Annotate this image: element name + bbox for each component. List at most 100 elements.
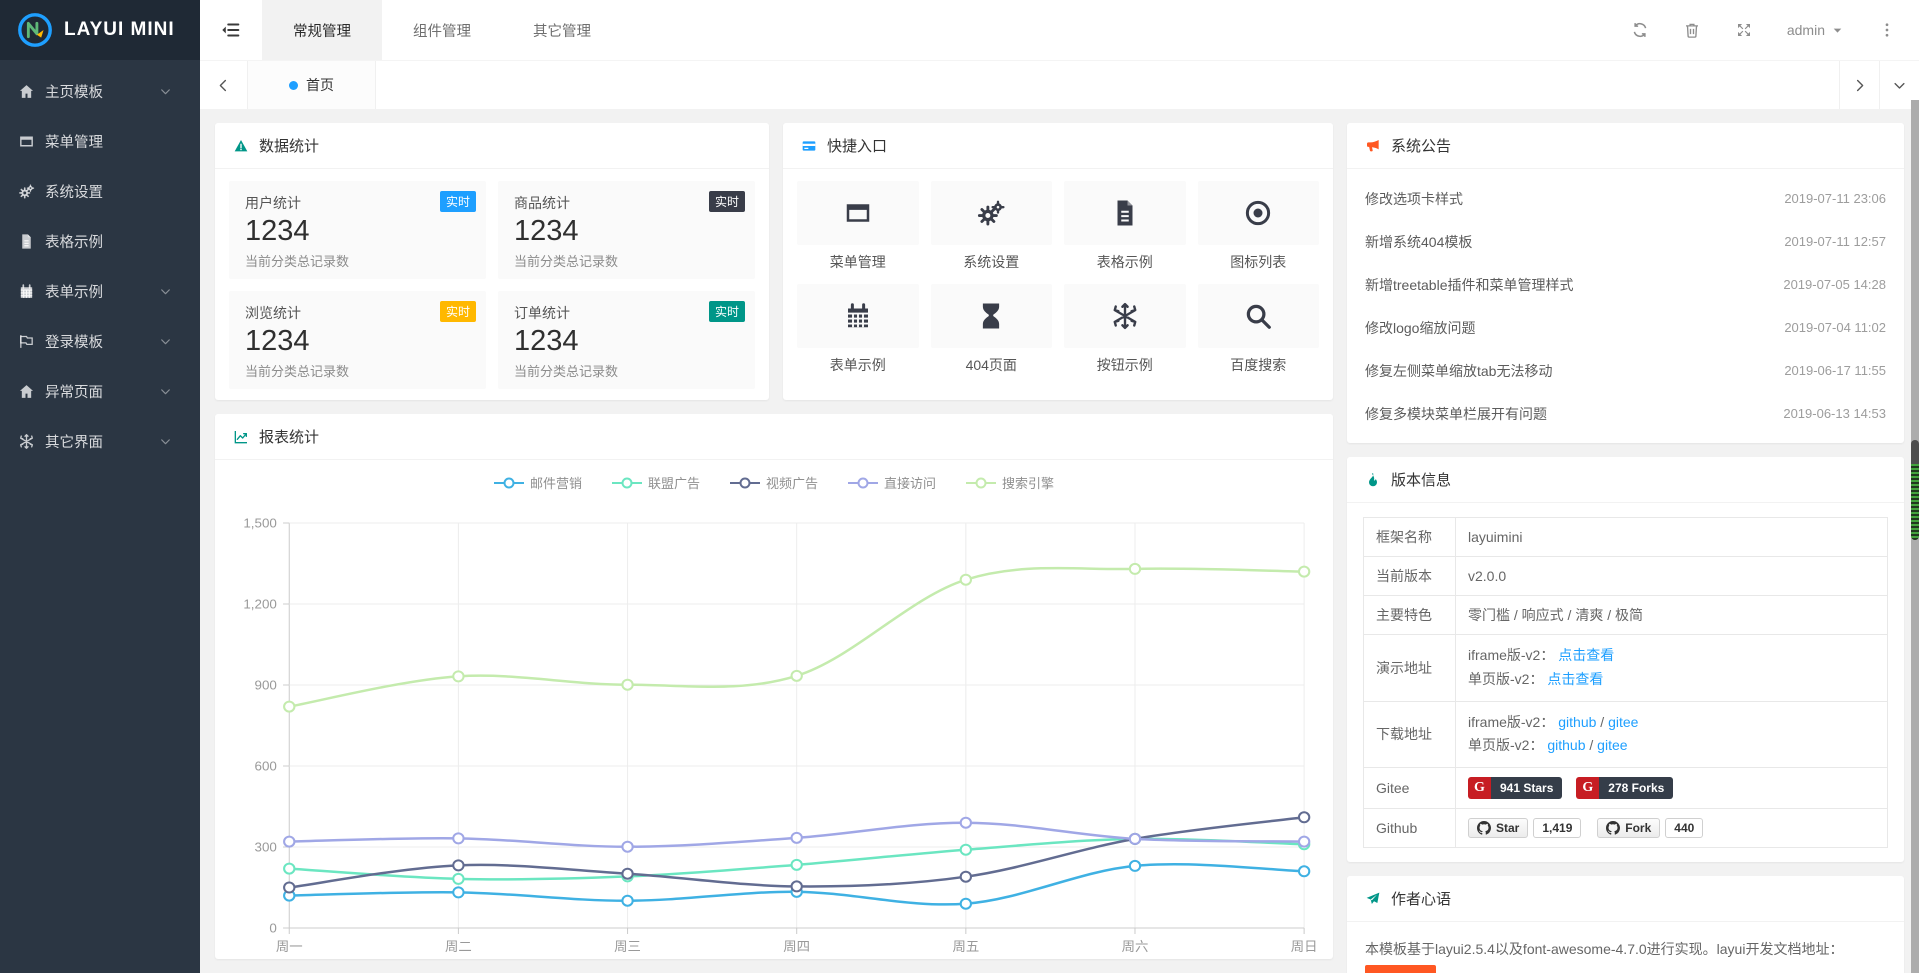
header-tab-other[interactable]: 其它管理 (502, 0, 622, 60)
scrollbar-track[interactable] (1911, 100, 1919, 973)
left-column: 数据统计 用户统计 1234 当前分类总记录数 实时 商品统计 1 (215, 123, 1333, 959)
header-tab-label: 常规管理 (293, 20, 351, 41)
legend-item-video[interactable]: 视频广告 (730, 473, 818, 492)
sidebar-item-home-templates[interactable]: 主页模板 (0, 66, 200, 116)
hourglass-icon (976, 301, 1006, 331)
header-tab-label: 其它管理 (533, 20, 591, 41)
header-tab-general[interactable]: 常规管理 (262, 0, 382, 60)
logo[interactable]: LAYUI MINI (0, 0, 200, 60)
fullscreen-button[interactable] (1718, 0, 1770, 60)
quick-item-settings[interactable]: 系统设置 (931, 181, 1053, 272)
scrollbar-thumb[interactable] (1911, 440, 1919, 540)
download-gitee-link[interactable]: gitee (1597, 737, 1627, 753)
demo-onepage-link[interactable]: 点击查看 (1547, 671, 1603, 687)
announcement-date: 2019-07-11 23:06 (1784, 191, 1886, 206)
stat-label: 商品统计 (514, 193, 739, 213)
gitee-forks-badge[interactable]: G 278 Forks (1576, 777, 1673, 799)
sidebar-item-error-pages[interactable]: 异常页面 (0, 366, 200, 416)
download-github-link[interactable]: github (1558, 714, 1596, 730)
legend-item-search-engine[interactable]: 搜索引擎 (966, 473, 1054, 492)
sidebar-item-label: 表单示例 (45, 281, 103, 302)
caret-down-icon (1831, 24, 1844, 37)
announcement-text: 修改选项卡样式 (1365, 189, 1463, 209)
list-item[interactable]: 新增treetable插件和菜单管理样式 2019-07-05 14:28 (1365, 263, 1886, 306)
list-item[interactable]: 新增系统404模板 2019-07-11 12:57 (1365, 220, 1886, 263)
download-gitee-link[interactable]: gitee (1608, 714, 1638, 730)
quick-item-menu[interactable]: 菜单管理 (797, 181, 919, 272)
github-star-button[interactable]: Star (1468, 818, 1528, 838)
calendar-icon (18, 283, 35, 300)
stat-value: 1234 (245, 215, 470, 248)
paper-plane-icon (1365, 891, 1381, 907)
quick-item-form[interactable]: 表单示例 (797, 284, 919, 375)
sidebar-item-other-pages[interactable]: 其它界面 (0, 416, 200, 466)
list-item[interactable]: 修复多模块菜单栏展开有问题 2019-06-13 14:53 (1365, 392, 1886, 435)
sidebar-item-menu-management[interactable]: 菜单管理 (0, 116, 200, 166)
sidebar-item-table-examples[interactable]: 表格示例 (0, 216, 200, 266)
download-line2-prefix: 单页版-v2： (1468, 737, 1543, 753)
announcement-date: 2019-06-13 14:53 (1783, 406, 1886, 421)
svg-text:周六: 周六 (1122, 939, 1149, 954)
version-feature-label: 主要特色 (1364, 596, 1456, 635)
document-icon (18, 233, 35, 250)
header-tab-components[interactable]: 组件管理 (382, 0, 502, 60)
quick-item-label: 404页面 (931, 355, 1053, 375)
gitee-stars-badge[interactable]: G 941 Stars (1468, 777, 1562, 799)
svg-text:900: 900 (255, 678, 277, 693)
table-row: 框架名称 layuimini (1364, 518, 1888, 557)
version-title: 版本信息 (1391, 469, 1451, 490)
sidebar-item-system-settings[interactable]: 系统设置 (0, 166, 200, 216)
sidebar-item-label: 系统设置 (45, 181, 103, 202)
clear-cache-button[interactable] (1666, 0, 1718, 60)
sidebar-item-label: 其它界面 (45, 431, 103, 452)
list-item[interactable]: 修改logo缩放问题 2019-07-04 11:02 (1365, 306, 1886, 349)
stat-desc: 当前分类总记录数 (514, 251, 739, 270)
stat-box-users: 用户统计 1234 当前分类总记录数 实时 (229, 181, 486, 279)
stat-label: 浏览统计 (245, 303, 470, 323)
legend-item-alliance[interactable]: 联盟广告 (612, 473, 700, 492)
svg-text:周日: 周日 (1291, 939, 1318, 954)
github-fork-button[interactable]: Fork (1597, 818, 1660, 838)
quick-item-404[interactable]: 404页面 (931, 284, 1053, 375)
status-badge: 实时 (440, 191, 476, 212)
legend-item-email[interactable]: 邮件营销 (494, 473, 582, 492)
status-badge: 实时 (709, 191, 745, 212)
gitee-logo-icon: G (1576, 777, 1599, 799)
github-star-count[interactable]: 1,419 (1533, 818, 1581, 838)
quick-item-table[interactable]: 表格示例 (1064, 181, 1186, 272)
demo-line1-prefix: iframe版-v2： (1468, 647, 1554, 663)
status-badge: 实时 (440, 301, 476, 322)
quick-item-buttons[interactable]: 按钮示例 (1064, 284, 1186, 375)
svg-text:300: 300 (255, 840, 277, 855)
announcements-list: 修改选项卡样式 2019-07-11 23:06 新增系统404模板 2019-… (1347, 169, 1904, 443)
github-fork-count[interactable]: 440 (1665, 818, 1703, 838)
chevron-down-icon (159, 435, 172, 448)
sidebar: LAYUI MINI 主页模板 菜单管理 系统设置 表格示例 表单 (0, 0, 200, 973)
tab-scroll-right-button[interactable] (1839, 61, 1879, 109)
sidebar-item-login-templates[interactable]: 登录模板 (0, 316, 200, 366)
more-menu-button[interactable] (1861, 0, 1913, 60)
sidebar-item-form-examples[interactable]: 表单示例 (0, 266, 200, 316)
chart-legend: 邮件营销 联盟广告 视频广告 直接访问 (215, 460, 1333, 498)
github-icon (1477, 821, 1491, 835)
layui-doc-badge[interactable]: layui文档 (1365, 965, 1436, 973)
list-item[interactable]: 修复左侧菜单缩放tab无法移动 2019-06-17 11:55 (1365, 349, 1886, 392)
megaphone-icon (1365, 138, 1381, 154)
download-label: 下载地址 (1364, 701, 1456, 768)
legend-item-direct[interactable]: 直接访问 (848, 473, 936, 492)
download-github-link[interactable]: github (1547, 737, 1585, 753)
quick-item-baidu-search[interactable]: 百度搜索 (1198, 284, 1320, 375)
demo-iframe-link[interactable]: 点击查看 (1558, 647, 1614, 663)
tab-home[interactable]: 首页 (248, 61, 376, 109)
announcement-text: 新增treetable插件和菜单管理样式 (1365, 275, 1573, 295)
collapse-sidebar-button[interactable] (200, 0, 262, 60)
tab-scroll-left-button[interactable] (200, 61, 248, 109)
legend-label: 邮件营销 (530, 473, 582, 492)
refresh-button[interactable] (1614, 0, 1666, 60)
search-icon (1243, 301, 1273, 331)
quick-item-icons[interactable]: 图标列表 (1198, 181, 1320, 272)
demo-label: 演示地址 (1364, 635, 1456, 702)
user-dropdown[interactable]: admin (1770, 0, 1861, 60)
list-item[interactable]: 修改选项卡样式 2019-07-11 23:06 (1365, 177, 1886, 220)
table-row: Gitee G 941 Stars G 278 Forks (1364, 768, 1888, 809)
